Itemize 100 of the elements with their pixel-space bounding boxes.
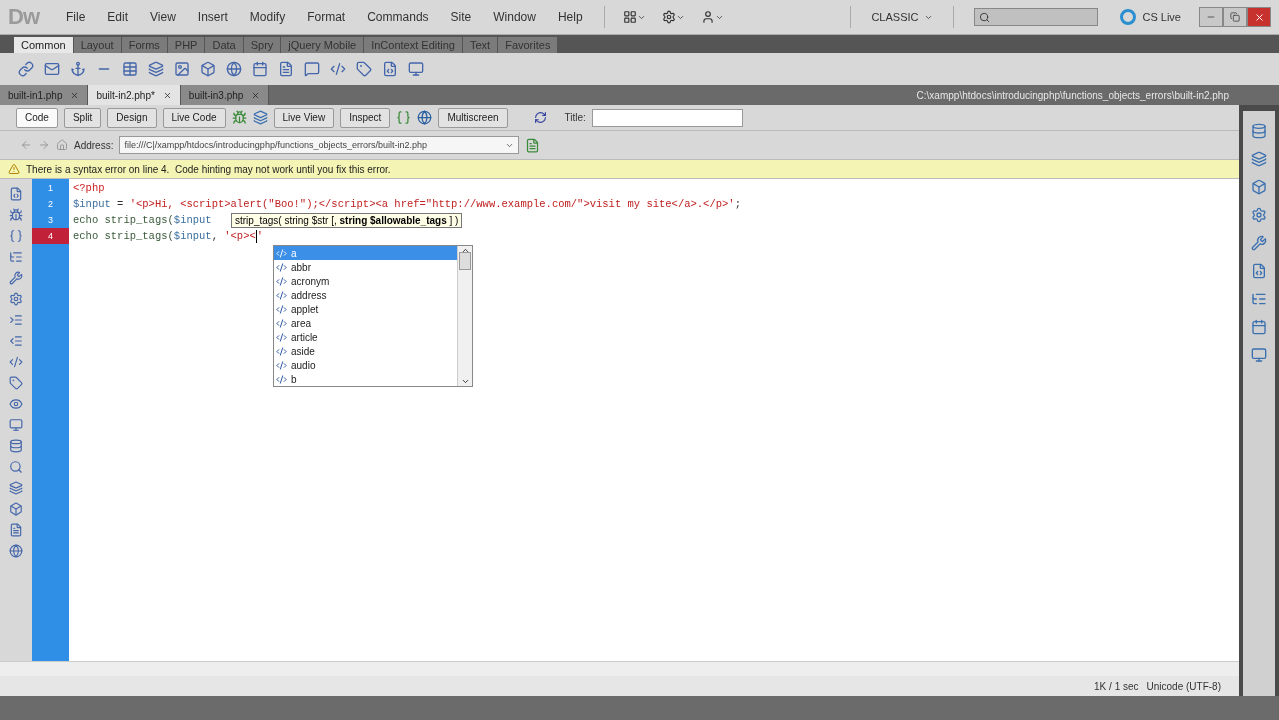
user-icon[interactable] xyxy=(700,10,724,24)
panel-icon[interactable] xyxy=(1251,207,1267,223)
toolbar-icon[interactable] xyxy=(278,61,294,77)
live-view-button[interactable]: Live View xyxy=(273,107,335,128)
completion-item[interactable]: aside xyxy=(274,344,457,358)
completion-item[interactable]: audio xyxy=(274,358,457,372)
toolbar-icon[interactable] xyxy=(396,110,412,125)
insert-tab[interactable]: Common xyxy=(14,37,74,53)
close-icon[interactable] xyxy=(251,90,261,100)
title-field[interactable] xyxy=(591,108,743,127)
coding-tool-icon[interactable] xyxy=(9,313,23,327)
coding-tool-icon[interactable] xyxy=(9,418,23,432)
panel-icon[interactable] xyxy=(1251,151,1267,167)
completion-item[interactable]: abbr xyxy=(274,260,457,274)
coding-tool-icon[interactable] xyxy=(9,481,23,495)
line-number: 1 xyxy=(47,182,54,195)
completion-item[interactable]: applet xyxy=(274,302,457,316)
completion-item[interactable]: area xyxy=(274,316,457,330)
horizontal-scrollbar[interactable] xyxy=(0,661,1239,676)
document-icon[interactable] xyxy=(525,137,541,153)
toolbar-icon[interactable] xyxy=(304,61,320,77)
toolbar-icon[interactable] xyxy=(44,61,60,77)
tab-label: built-in2.php* xyxy=(96,89,155,101)
coding-tool-icon[interactable] xyxy=(9,292,23,306)
view-button[interactable]: Split xyxy=(63,107,102,128)
minimize-button[interactable] xyxy=(1199,7,1223,27)
menu-item[interactable]: View xyxy=(141,8,185,26)
coding-tool-icon[interactable] xyxy=(9,334,23,348)
menu-item[interactable]: Window xyxy=(484,8,545,26)
toolbar-icon[interactable] xyxy=(252,110,268,125)
completion-item[interactable]: acronym xyxy=(274,274,457,288)
completion-item[interactable]: b xyxy=(274,372,457,386)
coding-tool-icon[interactable] xyxy=(9,229,23,243)
toolbar-icon[interactable] xyxy=(330,61,346,77)
toolbar-icon[interactable] xyxy=(70,61,86,77)
document-tab[interactable]: built-in3.php xyxy=(180,85,270,105)
search-field[interactable] xyxy=(974,8,1099,26)
cs-live-button[interactable]: CS Live xyxy=(1120,9,1181,25)
inspect-button[interactable]: Inspect xyxy=(340,107,391,128)
menu-item[interactable]: Help xyxy=(548,8,592,26)
toolbar-icon[interactable] xyxy=(18,61,34,77)
panel-icon[interactable] xyxy=(1251,347,1267,363)
panel-icon[interactable] xyxy=(1251,291,1267,307)
coding-tool-icon[interactable] xyxy=(9,439,23,453)
toolbar-icon[interactable] xyxy=(382,61,398,77)
close-button[interactable] xyxy=(1247,7,1271,27)
address-label: Address: xyxy=(74,139,114,151)
toolbar-icon[interactable] xyxy=(148,61,164,77)
coding-tool-icon[interactable] xyxy=(9,355,23,369)
scrollbar[interactable] xyxy=(457,246,472,386)
document-tab[interactable]: built-in2.php* xyxy=(88,85,181,105)
close-icon[interactable] xyxy=(162,90,172,100)
coding-tool-icon[interactable] xyxy=(9,460,23,474)
multiscreen-button[interactable]: Multiscreen xyxy=(438,107,508,128)
toolbar-icon[interactable] xyxy=(174,61,190,77)
coding-tool-icon[interactable] xyxy=(9,397,23,411)
coding-tool-icon[interactable] xyxy=(9,187,23,201)
restore-icon xyxy=(1230,12,1240,22)
workspace-switcher[interactable]: CLASSIC xyxy=(863,11,942,23)
coding-tool-icon[interactable] xyxy=(9,502,23,516)
panel-icon[interactable] xyxy=(1251,263,1267,279)
menu-item[interactable]: Format xyxy=(298,8,355,26)
menu-item[interactable]: Insert xyxy=(188,8,237,26)
coding-tool-icon[interactable] xyxy=(9,523,23,537)
view-button[interactable]: Design xyxy=(107,107,157,128)
coding-tool-icon[interactable] xyxy=(9,271,23,285)
home-icon[interactable] xyxy=(56,139,68,151)
refresh-icon[interactable] xyxy=(533,111,547,124)
completion-item[interactable]: article xyxy=(274,330,457,344)
toolbar-icon[interactable] xyxy=(200,61,216,77)
panel-icon[interactable] xyxy=(1251,319,1267,335)
toolbar-icon[interactable] xyxy=(356,61,372,77)
panel-icon[interactable] xyxy=(1251,179,1267,195)
restore-button[interactable] xyxy=(1223,7,1247,27)
toolbar-icon[interactable] xyxy=(226,61,242,77)
coding-tool-icon[interactable] xyxy=(9,250,23,264)
view-button[interactable]: Code xyxy=(16,107,58,128)
layout-icon[interactable] xyxy=(622,10,646,24)
scroll-thumb[interactable] xyxy=(459,252,471,270)
menu-item[interactable]: Edit xyxy=(98,8,138,26)
coding-tool-icon[interactable] xyxy=(9,208,23,222)
toolbar-icon[interactable] xyxy=(252,61,268,77)
panel-icon[interactable] xyxy=(1251,235,1267,251)
toolbar-icon[interactable] xyxy=(122,61,138,77)
live-code-button[interactable]: Live Code xyxy=(162,107,226,128)
toolbar-icon[interactable] xyxy=(231,110,247,125)
menu-item[interactable]: File xyxy=(57,8,95,26)
globe-icon[interactable] xyxy=(417,110,433,125)
completion-item[interactable]: address xyxy=(274,288,457,302)
panel-icon[interactable] xyxy=(1251,123,1267,139)
toolbar-icon[interactable] xyxy=(408,61,424,77)
menu-item[interactable]: Commands xyxy=(358,8,438,26)
coding-tool-icon[interactable] xyxy=(9,544,23,558)
menu-item[interactable]: Modify xyxy=(240,8,295,26)
menu-item[interactable]: Site xyxy=(441,8,481,26)
coding-tool-icon[interactable] xyxy=(9,376,23,390)
address-field[interactable]: file:///C|/xampp/htdocs/introducingphp/functions_objects_errors/built-in2.php xyxy=(119,136,520,154)
document-tab[interactable]: built-in1.php xyxy=(0,85,89,105)
settings-icon[interactable] xyxy=(661,10,685,24)
close-icon[interactable] xyxy=(70,90,80,100)
